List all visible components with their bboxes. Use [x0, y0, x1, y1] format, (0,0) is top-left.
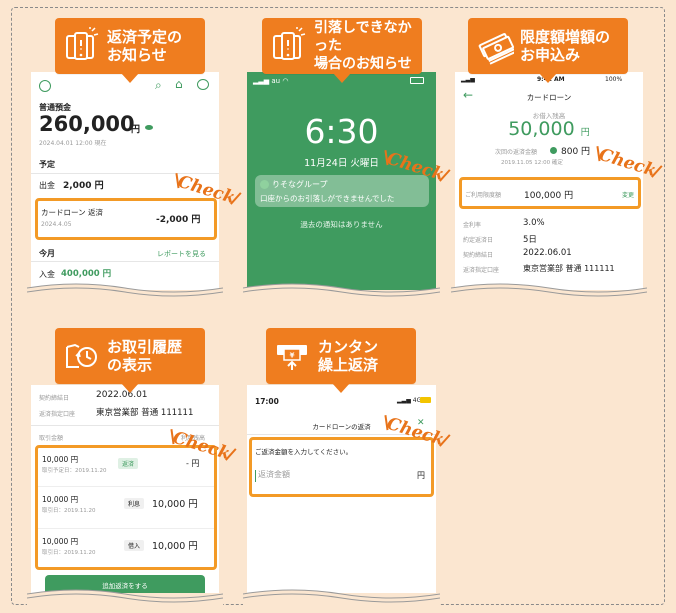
account-value: 東京営業部 普通 111111 — [96, 408, 194, 418]
status-badge: 借入 — [124, 540, 145, 551]
notification-message: 口座からのお引落しができませんでした — [260, 194, 395, 203]
status-badge: 利息 — [124, 498, 145, 509]
account-label: 返済指定口座 — [39, 411, 76, 418]
input-placeholder: 返済金額 — [258, 470, 290, 479]
money-stack-icon — [478, 33, 514, 65]
account-circle-icon[interactable] — [39, 80, 51, 92]
deposit-amount: 400,000 円 — [61, 269, 112, 279]
row-value: 3.0% — [523, 218, 545, 228]
report-link[interactable]: レポートを見る — [157, 249, 206, 259]
table-header-left: 取引金額 — [39, 435, 64, 442]
phone-screen-history: 契約締結日 2022.06.01 返済指定口座 東京営業部 普通 111111 … — [31, 385, 219, 593]
eye-icon[interactable] — [145, 125, 153, 130]
next-payment: 800 円 — [561, 147, 591, 157]
bell-icon[interactable]: ⌂ — [175, 77, 183, 91]
borrow-balance: 50,000 円 — [508, 118, 590, 140]
no-past-notifications: 過去の通知はありません — [300, 220, 383, 229]
chat-icon[interactable] — [197, 79, 209, 90]
torn-edge — [27, 589, 223, 606]
label-limit-increase: 限度額増額の お申込み — [468, 18, 628, 83]
label-transaction-history: お取引履歴 の表示 — [55, 328, 205, 393]
carrier: ▂▃▅ au ◠ — [253, 77, 289, 85]
next-payment-date: 2019.11.05 12:00 確定 — [501, 160, 563, 166]
section-planned: 予定 — [39, 160, 55, 169]
history-icon — [66, 343, 97, 368]
label-text: カンタン 繰上返済 — [318, 338, 379, 374]
deposit-label: 入金 — [39, 270, 55, 279]
unit-label: 円 — [417, 471, 425, 480]
row-value: 2022.06.01 — [523, 248, 572, 258]
torn-edge — [27, 283, 223, 300]
prompt: ご返済金額を入力してください。 — [255, 448, 353, 456]
loan-amount: -2,000 円 — [156, 215, 201, 225]
contract-date-label: 契約締結日 — [39, 395, 70, 402]
status-battery: 100% — [605, 76, 623, 83]
search-icon[interactable]: ⌕ — [155, 78, 162, 93]
as-of-time: 2024.04.01 12:00 現在 — [39, 140, 107, 147]
change-link[interactable]: 変更 — [622, 190, 634, 199]
next-payment-label: 次回の返済金額 — [495, 149, 538, 156]
row-label: 金利率 — [463, 222, 482, 229]
amount-input[interactable]: 返済金額 円 — [255, 468, 427, 488]
svg-text:¥: ¥ — [290, 352, 295, 360]
row-value: 5日 — [523, 235, 537, 245]
label-repayment-notice: 返済予定の お知らせ — [55, 18, 205, 83]
atm-icon: ¥ — [277, 345, 307, 370]
phone-notification-icon — [273, 27, 306, 60]
row-label: 契約締結日 — [463, 252, 494, 259]
label-text: 返済予定の お知らせ — [107, 28, 183, 64]
withdrawal-label: 出金 — [39, 181, 55, 190]
torn-edge — [451, 283, 647, 300]
lock-time: 6:30 — [304, 112, 379, 151]
balance: 260,000 — [39, 112, 135, 136]
label-text: 引落しできなかった 場合のお知らせ — [314, 20, 412, 72]
status-time: 17:00 — [255, 397, 279, 406]
withdrawal-amount: 2,000 円 — [63, 181, 104, 191]
history-highlight-list: 10,000 円 取引予定日：2019.11.20 返済 - 円 10,000 … — [35, 445, 217, 570]
info-icon[interactable] — [550, 147, 557, 154]
battery-icon — [410, 77, 424, 84]
nav-title: カードローン — [526, 93, 572, 102]
battery-icon — [420, 397, 431, 403]
status-badge: 返済 — [118, 458, 139, 469]
phone-screen-prepay: 17:00 ▂▃▅ 4G カードローンの返済 ✕ ご返済金額を入力してください。… — [247, 385, 436, 593]
label-easy-prepay: ¥ カンタン 繰上返済 — [266, 328, 416, 393]
balance-currency: 円 — [131, 125, 141, 135]
status-signal: ▂▃▅ 4G — [397, 397, 422, 404]
row-value: 東京営業部 普通 111111 — [523, 264, 615, 273]
phone-screen-limit: ▂▃▅ 9:41 AM 100% ← カードローン お借入残高 50,000 円… — [455, 72, 643, 290]
loan-highlight-row[interactable]: カードローン 返済 2024.4.05 -2,000 円 — [35, 198, 217, 240]
app-name: りそなグループ — [272, 180, 328, 189]
row-label: 約定返済日 — [463, 237, 494, 244]
phone-notification-icon — [66, 27, 99, 60]
app-badge-icon — [260, 180, 269, 189]
lock-screen-debit: ▂▃▅ au ◠ 6:30 11月24日 火曜日 りそなグループ 口座からのお引… — [247, 72, 436, 290]
input-caret — [255, 470, 256, 482]
torn-edge — [243, 283, 440, 300]
loan-title: カードローン 返済 — [41, 208, 104, 217]
row-label: 返済指定口座 — [463, 267, 500, 274]
limit-label: ご利用限度額 — [465, 192, 502, 199]
section-this-month: 今月 — [39, 249, 55, 258]
status-signal: ▂▃▅ — [461, 76, 475, 83]
loan-date: 2024.4.05 — [41, 221, 72, 228]
amount-input-highlight: ご返済金額を入力してください。 返済金額 円 — [249, 437, 434, 497]
limit-value: 100,000 円 — [524, 191, 574, 201]
label-text: お取引履歴 の表示 — [107, 338, 183, 374]
label-text: 限度額増額の お申込み — [520, 28, 611, 64]
limit-highlight-row[interactable]: ご利用限度額 100,000 円 変更 — [459, 177, 641, 209]
torn-edge — [243, 589, 440, 606]
label-debit-failure: 引落しできなかった 場合のお知らせ — [262, 18, 422, 83]
